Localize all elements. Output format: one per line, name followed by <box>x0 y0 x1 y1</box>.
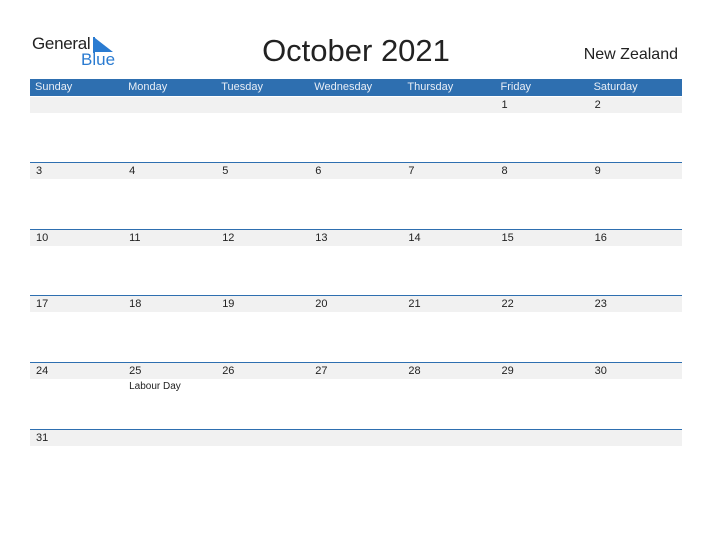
day-cell[interactable]: 2 <box>589 97 682 163</box>
day-number: 8 <box>501 165 508 177</box>
week-row: 31 <box>30 429 682 496</box>
day-cell[interactable]: 19 <box>216 296 309 362</box>
day-number: 2 <box>594 99 601 111</box>
day-number: 30 <box>594 365 607 377</box>
day-cell[interactable]: 8 <box>496 163 589 229</box>
day-number: 31 <box>36 432 49 444</box>
day-number: 16 <box>594 232 607 244</box>
day-cell[interactable]: 13 <box>309 230 402 296</box>
day-cell[interactable]: 31 <box>30 430 123 496</box>
day-cell[interactable]: 18 <box>123 296 216 362</box>
day-number: 24 <box>36 365 49 377</box>
day-cell <box>309 97 402 163</box>
week-row: 10 11 12 13 14 15 16 <box>30 229 682 296</box>
day-number: 7 <box>408 165 415 177</box>
day-number: 11 <box>129 232 141 244</box>
day-cell[interactable]: 20 <box>309 296 402 362</box>
day-cell[interactable]: 4 <box>123 163 216 229</box>
weekday-friday: Friday <box>500 81 532 93</box>
day-number: 29 <box>501 365 514 377</box>
day-cell <box>123 97 216 163</box>
weekday-monday: Monday <box>128 81 168 93</box>
day-cell[interactable]: 14 <box>402 230 495 296</box>
day-cell[interactable]: 21 <box>402 296 495 362</box>
day-cell <box>589 430 682 496</box>
day-cell <box>216 97 309 163</box>
day-number: 19 <box>222 298 235 310</box>
day-cell[interactable]: 9 <box>589 163 682 229</box>
day-number: 5 <box>222 165 229 177</box>
day-number: 1 <box>501 99 508 111</box>
day-cell[interactable]: 26 <box>216 363 309 429</box>
weekday-saturday: Saturday <box>593 81 638 93</box>
day-cell[interactable]: 11 <box>123 230 216 296</box>
day-number: 3 <box>36 165 43 177</box>
weekday-tuesday: Tuesday <box>221 81 263 93</box>
day-number: 4 <box>129 165 136 177</box>
weekday-sunday: Sunday <box>35 81 73 93</box>
day-cell[interactable]: 17 <box>30 296 123 362</box>
day-cell <box>496 430 589 496</box>
day-cell[interactable]: 30 <box>589 363 682 429</box>
day-cell <box>309 430 402 496</box>
holiday-label: Labour Day <box>129 381 181 392</box>
day-cell[interactable]: 24 <box>30 363 123 429</box>
day-number: 21 <box>408 298 421 310</box>
day-number: 10 <box>36 232 49 244</box>
day-cell[interactable]: 7 <box>402 163 495 229</box>
country-label: New Zealand <box>583 46 678 63</box>
day-cell[interactable]: 23 <box>589 296 682 362</box>
day-number: 27 <box>315 365 328 377</box>
week-row: 12 <box>30 97 682 163</box>
week-row: 24 25 Labour Day 26 27 28 29 30 <box>30 362 682 429</box>
day-cell <box>402 430 495 496</box>
day-number: 6 <box>315 165 322 177</box>
day-cell[interactable]: 27 <box>309 363 402 429</box>
day-cell <box>30 97 123 163</box>
day-cell <box>402 97 495 163</box>
day-number: 22 <box>501 298 514 310</box>
day-number: 25 <box>129 365 142 377</box>
day-cell[interactable]: 22 <box>496 296 589 362</box>
day-number: 9 <box>594 165 601 177</box>
day-cell <box>216 430 309 496</box>
weekday-wednesday: Wednesday <box>314 81 373 93</box>
day-cell[interactable]: 25 Labour Day <box>123 363 216 429</box>
day-number: 12 <box>222 232 235 244</box>
day-cell[interactable]: 10 <box>30 230 123 296</box>
day-cell[interactable]: 16 <box>589 230 682 296</box>
week-row: 3 4 5 6 7 8 9 <box>30 162 682 229</box>
weekday-header: Sunday Monday Tuesday Wednesday Thursday Frid… <box>30 79 682 96</box>
day-number: 26 <box>222 365 235 377</box>
day-number: 17 <box>36 298 49 310</box>
day-cell[interactable]: 6 <box>309 163 402 229</box>
day-cell[interactable]: 28 <box>402 363 495 429</box>
day-cell[interactable]: 5 <box>216 163 309 229</box>
day-number: 28 <box>408 365 421 377</box>
day-cell[interactable]: 12 <box>216 230 309 296</box>
day-number: 18 <box>129 298 142 310</box>
day-number: 15 <box>501 232 514 244</box>
day-cell[interactable]: 15 <box>496 230 589 296</box>
day-number: 14 <box>408 232 421 244</box>
day-cell[interactable]: 29 <box>496 363 589 429</box>
weekday-thursday: Thursday <box>407 81 454 93</box>
day-number: 20 <box>315 298 328 310</box>
day-cell[interactable]: 1 <box>496 97 589 163</box>
day-number: 23 <box>594 298 607 310</box>
day-cell[interactable]: 3 <box>30 163 123 229</box>
day-cell <box>123 430 216 496</box>
week-row: 17 18 19 20 21 22 23 <box>30 295 682 362</box>
day-number: 13 <box>315 232 328 244</box>
